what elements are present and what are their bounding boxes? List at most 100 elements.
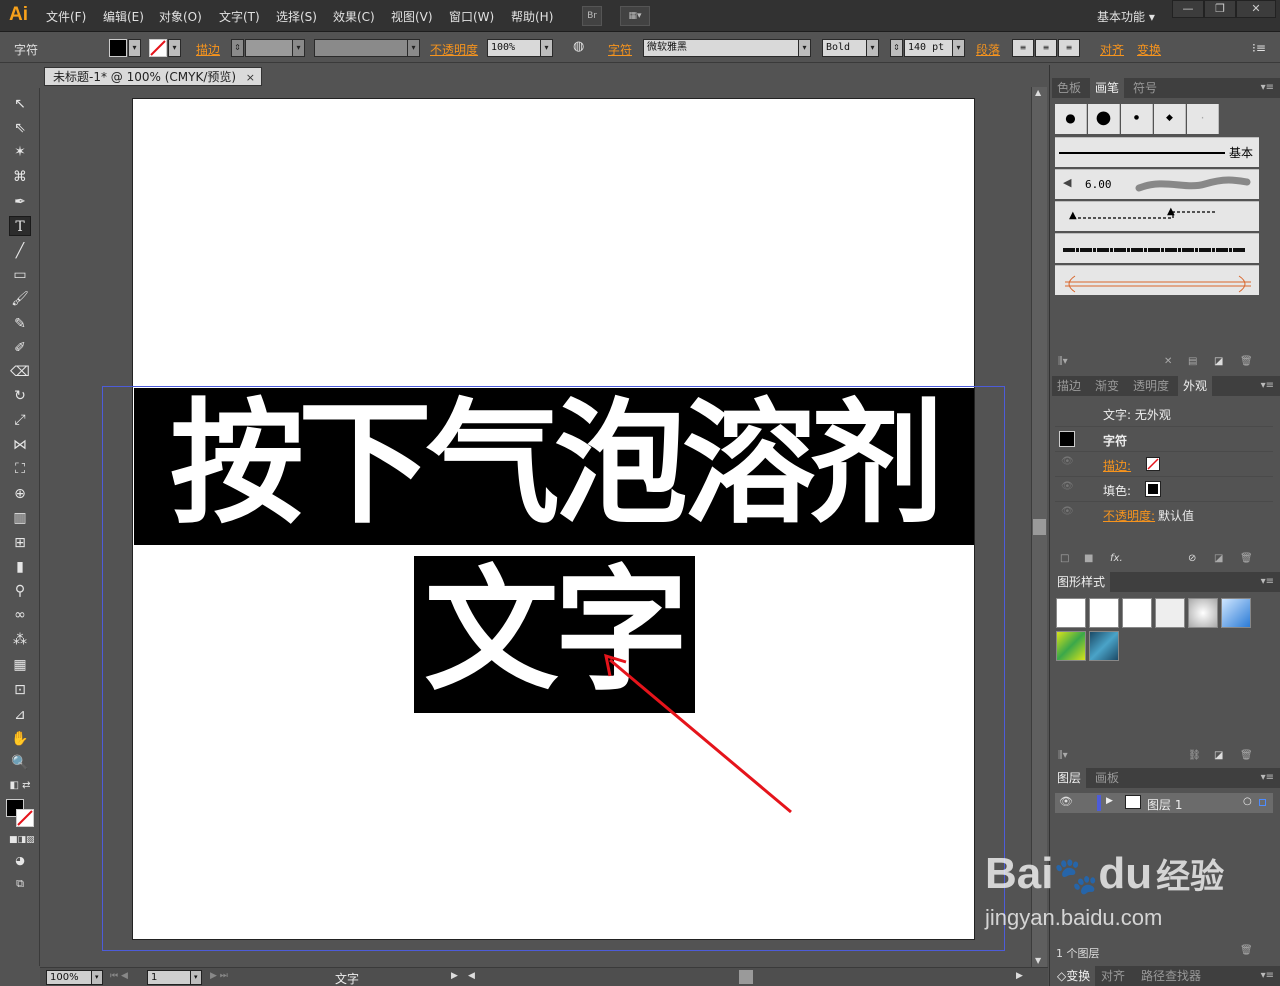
style-green-pattern[interactable] — [1056, 631, 1086, 661]
menu-help[interactable]: 帮助(H) — [511, 8, 553, 25]
lasso-tool-icon[interactable]: ⌘ — [9, 167, 31, 187]
appearance-panel-menu-icon[interactable]: ▾≡ — [1261, 380, 1274, 391]
vertical-scrollbar[interactable]: ▲ ▼ — [1031, 87, 1047, 967]
scroll-up-icon[interactable]: ▲ — [1035, 88, 1041, 97]
headline-text[interactable]: 按下气泡溶剂 — [134, 388, 974, 545]
tab-appearance[interactable]: 外观 — [1178, 376, 1213, 396]
break-link-icon[interactable]: ⛓ — [1188, 750, 1201, 761]
variable-width-field[interactable] — [314, 39, 409, 57]
menu-window[interactable]: 窗口(W) — [449, 8, 494, 25]
fill-swatch[interactable] — [109, 39, 127, 57]
zoom-tool-icon[interactable]: 🔍 — [9, 753, 31, 773]
add-stroke-icon[interactable]: □ — [1060, 553, 1069, 564]
style-blue-gradient[interactable] — [1221, 598, 1251, 628]
menu-file[interactable]: 文件(F) — [46, 8, 86, 25]
scale-tool-icon[interactable]: ⤢ — [9, 410, 31, 430]
blob-brush-tool-icon[interactable]: ✐ — [9, 338, 31, 358]
artboard-tool-icon[interactable]: ⊡ — [9, 680, 31, 700]
opacity-dropdown[interactable]: ▾ — [540, 39, 553, 57]
restore-button[interactable]: ❐ — [1204, 0, 1236, 18]
slice-tool-icon[interactable]: ⊿ — [9, 705, 31, 725]
menu-object[interactable]: 对象(O) — [159, 8, 202, 25]
opacity-label[interactable]: 不透明度 — [430, 41, 478, 58]
brush-decorative-row[interactable] — [1055, 265, 1259, 295]
gradient-tool-icon[interactable]: ▮ — [9, 557, 31, 577]
arrange-documents-icon[interactable]: ▦▾ — [620, 6, 650, 26]
tab-stroke[interactable]: 描边 — [1052, 376, 1086, 396]
document-tab[interactable]: 未标题-1* @ 100% (CMYK/预览) × — [44, 67, 262, 86]
tab-swatches[interactable]: 色板 — [1052, 78, 1086, 98]
tab-graphic-styles[interactable]: 图形样式 — [1052, 572, 1111, 592]
character-label[interactable]: 字符 — [608, 41, 632, 58]
appearance-opacity-row[interactable]: 👁 不透明度: 默认值 — [1055, 501, 1273, 525]
horizontal-scroll-thumb[interactable] — [739, 970, 753, 984]
appearance-character-row[interactable]: 字符 — [1055, 426, 1273, 450]
workspace-switcher[interactable]: 基本功能 ▾ — [1097, 8, 1155, 25]
font-size-dropdown[interactable]: ▾ — [952, 39, 965, 57]
style-soft-shadow[interactable] — [1188, 598, 1218, 628]
symbol-sprayer-tool-icon[interactable]: ⁂ — [9, 630, 31, 650]
tab-pathfinder[interactable]: 路径查找器 — [1136, 966, 1206, 986]
tab-artboards[interactable]: 画板 — [1090, 768, 1124, 788]
tab-brushes[interactable]: 画笔 — [1090, 78, 1125, 98]
paintbrush-tool-icon[interactable]: 🖌 — [9, 289, 31, 309]
stroke-none-swatch[interactable] — [1146, 457, 1160, 471]
pen-tool-icon[interactable]: ✒ — [9, 192, 31, 212]
style-default-cmyk[interactable] — [1089, 598, 1119, 628]
hand-tool-icon[interactable]: ✋ — [9, 729, 31, 749]
close-button[interactable]: ✕ — [1236, 0, 1276, 18]
style-default[interactable] — [1056, 598, 1086, 628]
first-artboard-icon[interactable]: ⏮ ◀ — [110, 971, 128, 981]
appearance-opacity-label[interactable]: 不透明度: — [1103, 507, 1155, 524]
column-graph-tool-icon[interactable]: ▦ — [9, 655, 31, 675]
align-right-icon[interactable]: ≡ — [1058, 39, 1080, 57]
tab-gradient[interactable]: 渐变 — [1090, 376, 1124, 396]
font-size-stepper[interactable]: ⇕ — [890, 39, 903, 57]
variable-width-dropdown[interactable]: ▾ — [407, 39, 420, 57]
menu-view[interactable]: 视图(V) — [391, 8, 433, 25]
style-blue-pattern[interactable] — [1089, 631, 1119, 661]
font-family-dropdown[interactable]: ▾ — [798, 39, 811, 57]
delete-style-icon[interactable]: 🗑 — [1240, 750, 1253, 761]
layer-name[interactable]: 图层 1 — [1147, 796, 1182, 813]
clear-appearance-icon[interactable]: ⊘ — [1188, 553, 1196, 564]
menu-select[interactable]: 选择(S) — [276, 8, 317, 25]
delete-brush-icon[interactable]: 🗑 — [1240, 356, 1253, 367]
add-fill-icon[interactable]: ■ — [1084, 553, 1093, 564]
delete-item-icon[interactable]: 🗑 — [1240, 553, 1253, 564]
free-transform-tool-icon[interactable]: ⛶ — [9, 459, 31, 479]
type-tool-icon[interactable]: T — [9, 216, 31, 236]
brush-library-menu-icon[interactable]: ⫼▾ — [1058, 356, 1068, 367]
style-multiple[interactable] — [1155, 598, 1185, 628]
opacity-field[interactable]: 100% — [487, 39, 541, 57]
duplicate-item-icon[interactable]: ◪ — [1214, 553, 1223, 564]
zoom-dropdown[interactable]: ▾ — [91, 970, 103, 985]
magic-wand-tool-icon[interactable]: ✶ — [9, 142, 31, 162]
scroll-down-icon[interactable]: ▼ — [1035, 956, 1041, 965]
status-menu-arrow-icon[interactable]: ▶ — [451, 971, 458, 981]
mesh-tool-icon[interactable]: ⊞ — [9, 533, 31, 553]
layer-target-icon[interactable]: ○ — [1243, 796, 1252, 807]
expand-layer-icon[interactable]: ▶ — [1106, 796, 1113, 806]
graphic-styles-panel-menu-icon[interactable]: ▾≡ — [1261, 576, 1274, 587]
screen-mode-icon[interactable]: ⧉ — [9, 874, 31, 894]
stroke-color-box[interactable] — [16, 809, 34, 827]
align-label[interactable]: 对齐 — [1100, 41, 1124, 58]
eyedropper-tool-icon[interactable]: ⚲ — [9, 581, 31, 601]
visibility-eye-icon[interactable]: 👁 — [1061, 506, 1074, 517]
drawing-mode-icon[interactable]: ◕ — [9, 851, 31, 871]
appearance-stroke-label[interactable]: 描边: — [1103, 457, 1131, 474]
scroll-right-icon[interactable]: ▶ — [1016, 971, 1023, 981]
brush-basic-row[interactable]: 基本 — [1055, 137, 1259, 167]
artboard-dropdown[interactable]: ▾ — [190, 970, 202, 985]
zoom-field[interactable]: 100% — [46, 970, 92, 985]
tab-align[interactable]: 对齐 — [1096, 966, 1130, 986]
stroke-weight-stepper[interactable]: ⇕ — [231, 39, 244, 57]
bottom-panel-menu-icon[interactable]: ▾≡ — [1261, 970, 1274, 981]
layer-visibility-eye-icon[interactable]: 👁 — [1059, 795, 1073, 808]
style-white[interactable] — [1122, 598, 1152, 628]
color-gradient-none-icon[interactable]: ■◨▨ — [9, 830, 35, 850]
eraser-tool-icon[interactable]: ⌫ — [9, 362, 31, 382]
brush-dot-angled[interactable]: ◆ — [1154, 104, 1186, 134]
new-brush-icon[interactable]: ◪ — [1214, 356, 1223, 367]
